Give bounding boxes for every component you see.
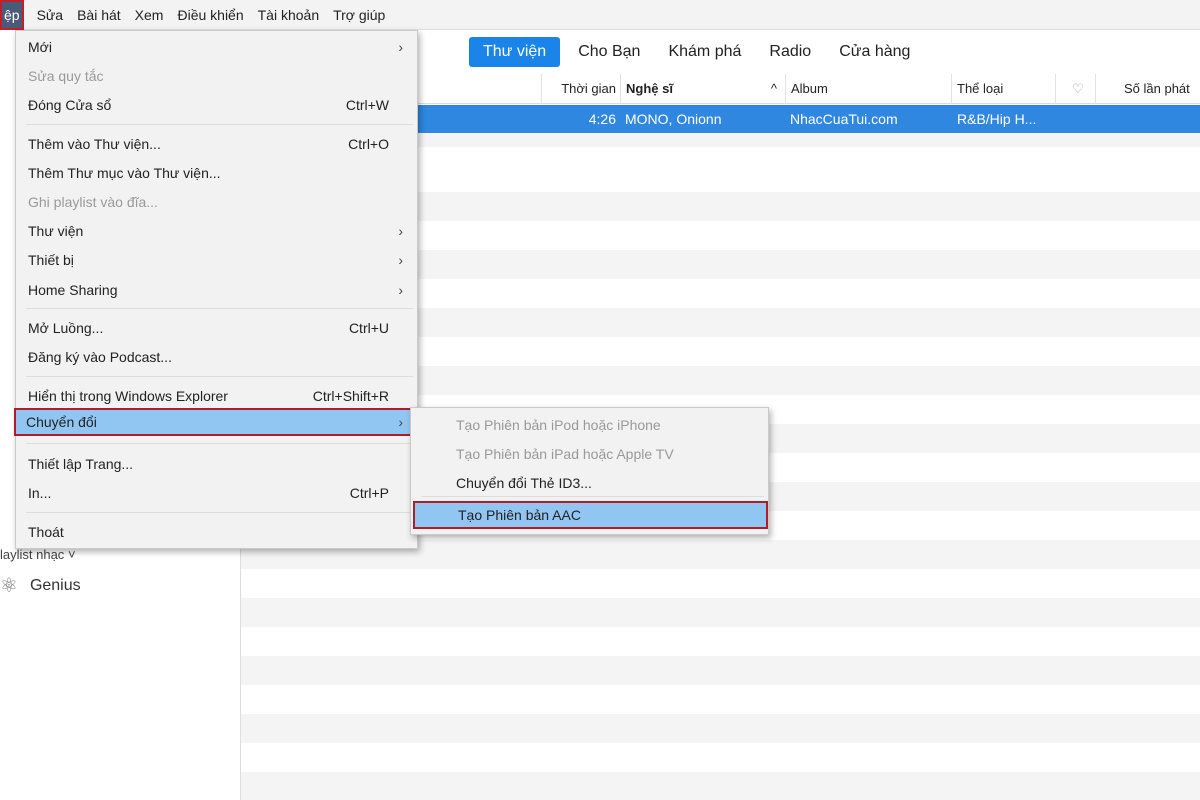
sidebar-section-playlists[interactable]: laylist nhạc ˅ bbox=[0, 547, 76, 562]
cell-genre: R&B/Hip H... bbox=[957, 111, 1037, 127]
menu-item: Tạo Phiên bản iPad hoặc Apple TV bbox=[411, 440, 768, 468]
tab-radio[interactable]: Radio bbox=[759, 37, 821, 67]
menu-item-label: Sửa quy tắc bbox=[28, 68, 104, 84]
menu-item-label: Chuyển đổi bbox=[26, 414, 97, 430]
chevron-right-icon: › bbox=[398, 252, 403, 268]
col-album[interactable]: Album bbox=[785, 74, 951, 104]
menu-help[interactable]: Trợ giúp bbox=[326, 0, 392, 30]
menu-item-label: Mới bbox=[28, 39, 52, 55]
menu-separator bbox=[26, 308, 413, 309]
menu-item-label: Thiết bị bbox=[28, 252, 74, 268]
shortcut-label: Ctrl+W bbox=[345, 97, 389, 113]
chevron-right-icon: › bbox=[398, 282, 403, 298]
menu-item-label: Home Sharing bbox=[28, 282, 118, 298]
menu-item-label: Thiết lập Trang... bbox=[28, 456, 134, 472]
menu-account[interactable]: Tài khoản bbox=[251, 0, 326, 30]
menu-item-label: Thêm Thư mục vào Thư viện... bbox=[28, 165, 221, 181]
menu-item: Sửa quy tắc bbox=[16, 62, 417, 90]
menu-item: Tạo Phiên bản iPod hoặc iPhone bbox=[411, 411, 768, 439]
menu-item[interactable]: Chuyển đổi › bbox=[14, 408, 417, 436]
col-time[interactable]: Thời gian bbox=[541, 74, 620, 104]
menu-separator bbox=[26, 124, 413, 125]
menu-item[interactable]: Thư viện › bbox=[16, 217, 417, 245]
menu-item[interactable]: Tạo Phiên bản AAC bbox=[413, 501, 768, 529]
menu-item[interactable]: In... Ctrl+P bbox=[16, 479, 417, 507]
menu-item-label: Đóng Cửa sổ bbox=[28, 97, 112, 113]
chevron-right-icon: › bbox=[398, 39, 403, 55]
file-menu-dropdown: Mới › Sửa quy tắc Đóng Cửa sổ Ctrl+W Thêm vào… bbox=[14, 30, 418, 549]
menu-item[interactable]: Home Sharing › bbox=[16, 276, 417, 304]
menu-item-label: Ghi playlist vào đĩa... bbox=[28, 194, 158, 210]
menu-bar: ệp Sửa Bài hát Xem Điều khiển Tài khoản … bbox=[0, 0, 1200, 30]
menu-item[interactable]: Thiết bị › bbox=[16, 246, 417, 274]
menu-item-label: Mở Luồng... bbox=[28, 320, 104, 336]
atom-icon: ⚛ bbox=[0, 575, 18, 597]
chevron-right-icon: › bbox=[398, 223, 403, 239]
tab-browse[interactable]: Khám phá bbox=[658, 37, 751, 67]
menu-item-label: Chuyển đổi Thẻ ID3... bbox=[456, 475, 592, 491]
menu-item-label: Tạo Phiên bản iPad hoặc Apple TV bbox=[456, 446, 674, 462]
menu-item[interactable]: Thiết lập Trang... bbox=[16, 450, 417, 478]
col-artist[interactable]: Nghệ sĩ ^ bbox=[620, 74, 785, 104]
shortcut-label: Ctrl+U bbox=[348, 320, 389, 336]
col-genre[interactable]: Thể loại bbox=[951, 74, 1055, 104]
menu-item[interactable]: Thêm vào Thư viện... Ctrl+O bbox=[16, 130, 417, 158]
menu-item[interactable]: Mở Luồng... Ctrl+U bbox=[16, 314, 417, 342]
tab-library[interactable]: Thư viện bbox=[469, 37, 561, 67]
menu-item[interactable]: Thoát bbox=[16, 518, 417, 546]
menu-item[interactable]: Mới › bbox=[16, 33, 417, 61]
convert-submenu: Tạo Phiên bản iPod hoặc iPhone Tạo Phiên … bbox=[410, 407, 769, 535]
tab-store[interactable]: Cửa hàng bbox=[829, 37, 920, 67]
heart-icon[interactable]: ♡ bbox=[1055, 74, 1095, 104]
menu-file[interactable]: ệp bbox=[0, 0, 24, 30]
sort-ascending-icon: ^ bbox=[770, 81, 777, 96]
menu-item-label: Hiển thị trong Windows Explorer bbox=[28, 388, 228, 404]
menu-item[interactable]: Đăng ký vào Podcast... bbox=[16, 343, 417, 371]
menu-item: Ghi playlist vào đĩa... bbox=[16, 188, 417, 216]
menu-separator bbox=[26, 376, 413, 377]
col-plays[interactable]: Số lần phát bbox=[1095, 74, 1200, 104]
menu-item-label: In... bbox=[28, 485, 52, 501]
shortcut-label: Ctrl+O bbox=[348, 136, 389, 152]
menu-item-label: Thư viện bbox=[28, 223, 84, 239]
menu-item[interactable]: Thêm Thư mục vào Thư viện... bbox=[16, 159, 417, 187]
shortcut-label: Ctrl+P bbox=[349, 485, 389, 501]
menu-separator bbox=[26, 443, 413, 444]
menu-item-label: Thoát bbox=[28, 524, 64, 540]
table-row-selected[interactable]: 4:26 MONO, Onionn NhacCuaTui.com R&B/Hip… bbox=[415, 105, 1200, 133]
menu-item[interactable]: Chuyển đổi Thẻ ID3... bbox=[411, 469, 768, 497]
cell-time: 4:26 bbox=[588, 111, 616, 127]
genius-label: Genius bbox=[29, 576, 81, 594]
cell-artist: MONO, Onionn bbox=[625, 111, 722, 127]
tab-for-you[interactable]: Cho Bạn bbox=[568, 37, 650, 67]
menu-view[interactable]: Xem bbox=[128, 0, 171, 30]
menu-song[interactable]: Bài hát bbox=[70, 0, 128, 30]
menu-item[interactable]: Hiển thị trong Windows Explorer Ctrl+Shif… bbox=[16, 382, 417, 410]
menu-item-label: Đăng ký vào Podcast... bbox=[28, 349, 172, 365]
menu-edit[interactable]: Sửa bbox=[30, 0, 71, 30]
menu-item-label: Tạo Phiên bản AAC bbox=[458, 507, 581, 523]
col-artist-label: Nghệ sĩ bbox=[626, 81, 673, 96]
chevron-down-icon: ˅ bbox=[67, 547, 76, 562]
sidebar-item-genius[interactable]: ⚛ Genius bbox=[0, 573, 81, 598]
menu-item-label: Thêm vào Thư viện... bbox=[28, 136, 161, 152]
section-label: laylist nhạc bbox=[0, 547, 65, 562]
menu-item-label: Tạo Phiên bản iPod hoặc iPhone bbox=[456, 417, 661, 433]
menu-item[interactable]: Đóng Cửa sổ Ctrl+W bbox=[16, 91, 417, 119]
menu-separator bbox=[26, 512, 413, 513]
cell-album: NhacCuaTui.com bbox=[790, 111, 898, 127]
shortcut-label: Ctrl+Shift+R bbox=[312, 388, 389, 404]
menu-separator bbox=[421, 496, 764, 497]
chevron-right-icon: › bbox=[398, 414, 403, 430]
menu-controls[interactable]: Điều khiển bbox=[170, 0, 250, 30]
